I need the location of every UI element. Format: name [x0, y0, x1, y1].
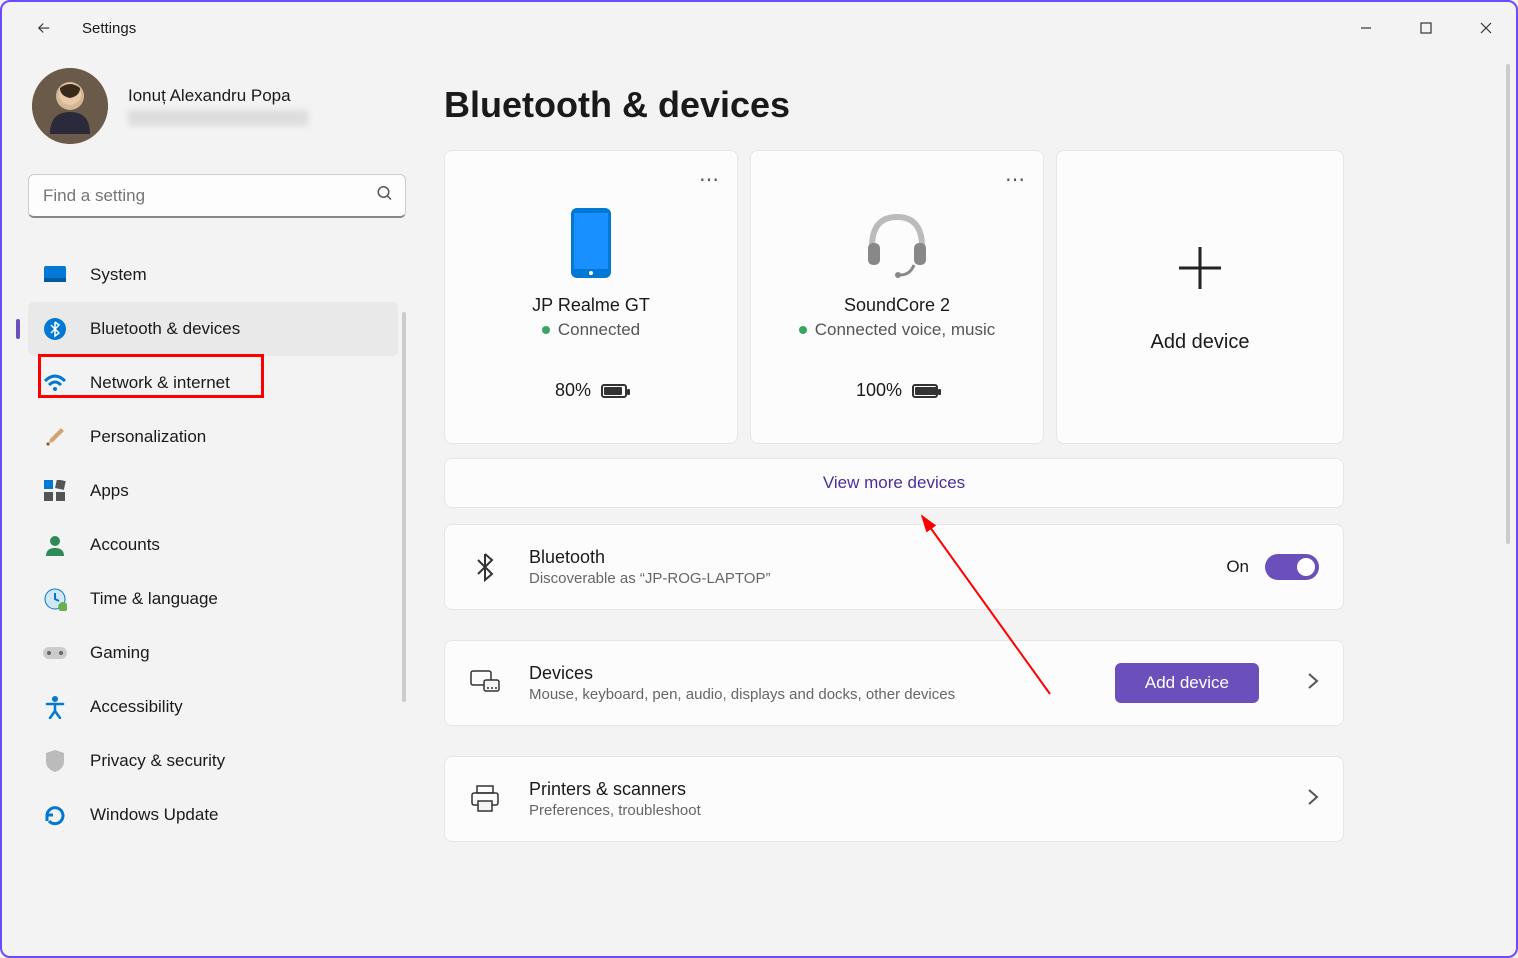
- nav-item-system[interactable]: System: [28, 248, 398, 302]
- add-device-card[interactable]: Add device: [1056, 150, 1344, 444]
- setting-title: Bluetooth: [529, 547, 1198, 568]
- battery-icon: [912, 384, 938, 398]
- page-title: Bluetooth & devices: [444, 84, 1486, 126]
- nav-label: System: [90, 265, 147, 285]
- close-button[interactable]: [1456, 2, 1516, 54]
- nav-list: System Bluetooth & devices Network & int…: [28, 248, 430, 842]
- profile-section[interactable]: Ionuț Alexandru Popa: [28, 68, 430, 144]
- nav-label: Accessibility: [90, 697, 183, 717]
- status-dot-icon: [542, 326, 550, 334]
- phone-icon: [570, 205, 612, 281]
- device-card-headset[interactable]: ⋯ SoundCore 2 Connected voice, music 100…: [750, 150, 1044, 444]
- bluetooth-toggle[interactable]: [1265, 554, 1319, 580]
- device-status: Connected: [542, 320, 640, 340]
- battery-icon: [601, 384, 627, 398]
- nav-label: Privacy & security: [90, 751, 225, 771]
- avatar: [32, 68, 108, 144]
- nav-item-privacy[interactable]: Privacy & security: [28, 734, 398, 788]
- setting-subtitle: Preferences, troubleshoot: [529, 802, 1259, 819]
- nav-label: Accounts: [90, 535, 160, 555]
- setting-title: Printers & scanners: [529, 779, 1259, 800]
- bluetooth-row: Bluetooth Discoverable as “JP-ROG-LAPTOP…: [444, 524, 1344, 610]
- nav-item-personalization[interactable]: Personalization: [28, 410, 398, 464]
- view-more-devices-link[interactable]: View more devices: [444, 458, 1344, 508]
- nav-item-accessibility[interactable]: Accessibility: [28, 680, 398, 734]
- chevron-right-icon: [1307, 788, 1319, 811]
- main-scrollbar[interactable]: [1506, 64, 1510, 544]
- nav-item-network[interactable]: Network & internet: [28, 356, 398, 410]
- device-status: Connected voice, music: [799, 320, 995, 340]
- system-icon: [42, 262, 68, 288]
- gamepad-icon: [42, 640, 68, 666]
- nav-item-gaming[interactable]: Gaming: [28, 626, 398, 680]
- nav-label: Personalization: [90, 427, 206, 447]
- setting-title: Devices: [529, 663, 1087, 684]
- more-icon[interactable]: ⋯: [699, 167, 721, 192]
- profile-name: Ionuț Alexandru Popa: [128, 86, 308, 106]
- shield-icon: [42, 748, 68, 774]
- nav-label: Windows Update: [90, 805, 219, 825]
- titlebar: Settings: [2, 2, 1516, 54]
- sidebar: Ionuț Alexandru Popa System Bluetooth & …: [2, 54, 430, 956]
- nav-label: Time & language: [90, 589, 218, 609]
- devices-row[interactable]: Devices Mouse, keyboard, pen, audio, dis…: [444, 640, 1344, 726]
- setting-subtitle: Mouse, keyboard, pen, audio, displays an…: [529, 686, 1087, 703]
- nav-label: Network & internet: [90, 373, 230, 393]
- device-name: SoundCore 2: [844, 295, 950, 316]
- device-name: JP Realme GT: [532, 295, 650, 316]
- wifi-icon: [42, 370, 68, 396]
- bluetooth-icon: [42, 316, 68, 342]
- nav-label: Bluetooth & devices: [90, 319, 240, 339]
- window-controls: [1336, 2, 1516, 54]
- nav-item-apps[interactable]: Apps: [28, 464, 398, 518]
- toggle-label: On: [1226, 557, 1249, 577]
- more-icon[interactable]: ⋯: [1005, 167, 1027, 192]
- add-device-button[interactable]: Add device: [1115, 663, 1259, 703]
- nav-item-accounts[interactable]: Accounts: [28, 518, 398, 572]
- plus-icon: [1173, 241, 1227, 307]
- person-icon: [42, 532, 68, 558]
- bluetooth-icon: [469, 552, 501, 582]
- nav-item-time[interactable]: Time & language: [28, 572, 398, 626]
- update-icon: [42, 802, 68, 828]
- nav-label: Apps: [90, 481, 129, 501]
- search-icon: [376, 185, 394, 208]
- clock-icon: [42, 586, 68, 612]
- back-button[interactable]: [24, 8, 64, 48]
- accessibility-icon: [42, 694, 68, 720]
- printer-icon: [469, 785, 501, 813]
- sidebar-scrollbar[interactable]: [402, 312, 406, 702]
- window-title: Settings: [82, 20, 136, 37]
- brush-icon: [42, 424, 68, 450]
- setting-subtitle: Discoverable as “JP-ROG-LAPTOP”: [529, 570, 1198, 587]
- printers-row[interactable]: Printers & scanners Preferences, trouble…: [444, 756, 1344, 842]
- device-battery: 100%: [856, 380, 938, 401]
- device-battery: 80%: [555, 380, 627, 401]
- devices-icon: [469, 670, 501, 696]
- minimize-button[interactable]: [1336, 2, 1396, 54]
- maximize-button[interactable]: [1396, 2, 1456, 54]
- nav-item-update[interactable]: Windows Update: [28, 788, 398, 842]
- nav-item-bluetooth[interactable]: Bluetooth & devices: [28, 302, 398, 356]
- add-device-label: Add device: [1151, 331, 1250, 354]
- device-cards: ⋯ JP Realme GT Connected 80% ⋯: [444, 150, 1486, 444]
- main-content: Bluetooth & devices ⋯ JP Realme GT Conne…: [430, 54, 1516, 956]
- apps-icon: [42, 478, 68, 504]
- profile-email: [128, 110, 308, 126]
- search-input[interactable]: [28, 174, 406, 218]
- headset-icon: [860, 205, 934, 281]
- status-dot-icon: [799, 326, 807, 334]
- chevron-right-icon: [1307, 672, 1319, 695]
- device-card-phone[interactable]: ⋯ JP Realme GT Connected 80%: [444, 150, 738, 444]
- nav-label: Gaming: [90, 643, 150, 663]
